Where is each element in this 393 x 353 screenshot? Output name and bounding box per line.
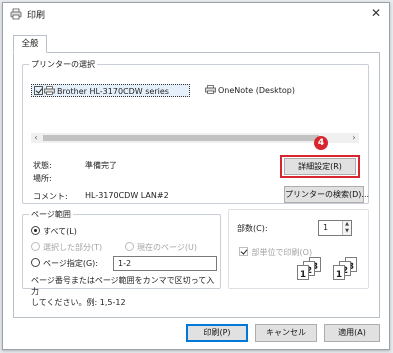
copies-stepper[interactable]: 1 ▲ ▼ xyxy=(318,220,352,236)
default-check-icon xyxy=(34,86,43,95)
page-range-legend: ページ範囲 xyxy=(31,210,71,219)
scrollbar-thumb[interactable] xyxy=(43,135,319,141)
printer-item-onenote[interactable]: OneNote (Desktop) xyxy=(205,84,295,97)
radio-dot xyxy=(31,242,40,251)
radio-selection[interactable]: 選択した部分(T) xyxy=(31,242,102,253)
general-tab-panel: プリンターの選択 Brother HL-3170CDW series OneNo… xyxy=(13,52,380,318)
collate-checkbox[interactable]: 部単位で印刷(O) xyxy=(237,247,312,258)
printer-select-group: プリンターの選択 Brother HL-3170CDW series OneNo… xyxy=(22,59,369,204)
print-dialog: 印刷 ✕ 全般 プリンターの選択 Brother HL-3170CDW seri… xyxy=(2,2,390,350)
printer-icon xyxy=(10,8,22,20)
location-label: 場所: xyxy=(33,174,52,183)
apply-button[interactable]: 適用(A) xyxy=(324,324,380,342)
cancel-button[interactable]: キャンセル xyxy=(255,324,317,342)
radio-all[interactable]: すべて(L) xyxy=(31,226,77,237)
status-value: 準備完了 xyxy=(85,161,117,170)
scroll-right-icon[interactable]: › xyxy=(349,133,359,143)
scroll-left-icon[interactable]: ‹ xyxy=(31,133,41,143)
radio-current-page-label: 現在のページ(U) xyxy=(137,243,197,252)
copies-value: 1 xyxy=(323,223,329,232)
printer-icon xyxy=(44,86,55,95)
printer-name: Brother HL-3170CDW series xyxy=(57,87,169,96)
collate-check-icon xyxy=(239,247,248,256)
radio-selection-label: 選択した部分(T) xyxy=(43,243,103,252)
copies-label: 部数(C): xyxy=(237,224,268,233)
spin-down-icon[interactable]: ▼ xyxy=(343,228,351,235)
printer-select-legend: プリンターの選択 xyxy=(31,60,95,69)
find-printer-button[interactable]: プリンターの検索(D)... xyxy=(284,186,369,203)
pages-input[interactable]: 1-2 xyxy=(113,256,217,271)
page-range-group: ページ範囲 すべて(L) 選択した部分(T) 現在のページ(U) ページ指定(G… xyxy=(22,209,221,307)
highlight-box xyxy=(280,155,360,178)
status-label: 状態: xyxy=(33,161,52,170)
copies-group: 部数(C): 1 ▲ ▼ 部単位で印刷(O) 3 2 1 3 2 1 xyxy=(228,209,369,289)
radio-pages-label: ページ指定(G): xyxy=(43,259,98,268)
radio-current-page[interactable]: 現在のページ(U) xyxy=(125,242,197,253)
spin-up-icon[interactable]: ▲ xyxy=(343,221,351,228)
window-title: 印刷 xyxy=(27,11,46,21)
page-icon: 1 xyxy=(297,265,309,280)
step-badge: 4 xyxy=(314,136,328,150)
hint-line-2: してください。例: 1,5-12 xyxy=(31,298,126,307)
close-button[interactable]: ✕ xyxy=(367,5,385,23)
printer-icon xyxy=(205,85,216,94)
tab-general[interactable]: 全般 xyxy=(13,35,47,53)
page-range-hint: ページ番号またはページ範囲をカンマで区切って入力 してください。例: 1,5-1… xyxy=(31,275,217,308)
comment-label: コメント: xyxy=(33,192,68,201)
hint-line-1: ページ番号またはページ範囲をカンマで区切って入力 xyxy=(31,276,215,296)
radio-dot xyxy=(31,226,40,235)
printer-item-brother[interactable]: Brother HL-3170CDW series xyxy=(31,84,190,97)
radio-pages[interactable]: ページ指定(G): xyxy=(31,258,98,269)
close-icon: ✕ xyxy=(370,6,382,20)
page-icon: 1 xyxy=(333,265,345,280)
title-bar: 印刷 ✕ xyxy=(3,3,389,25)
spin-arrows[interactable]: ▲ ▼ xyxy=(342,221,351,235)
print-button[interactable]: 印刷(P) xyxy=(186,324,248,342)
radio-dot xyxy=(31,258,40,267)
radio-all-label: すべて(L) xyxy=(43,227,77,236)
comment-value: HL-3170CDW LAN#2 xyxy=(85,191,169,200)
printer-name: OneNote (Desktop) xyxy=(218,86,296,95)
radio-dot xyxy=(125,242,134,251)
collate-label: 部単位で印刷(O) xyxy=(251,248,313,257)
printer-list-scrollbar[interactable]: ‹ › xyxy=(31,133,359,143)
